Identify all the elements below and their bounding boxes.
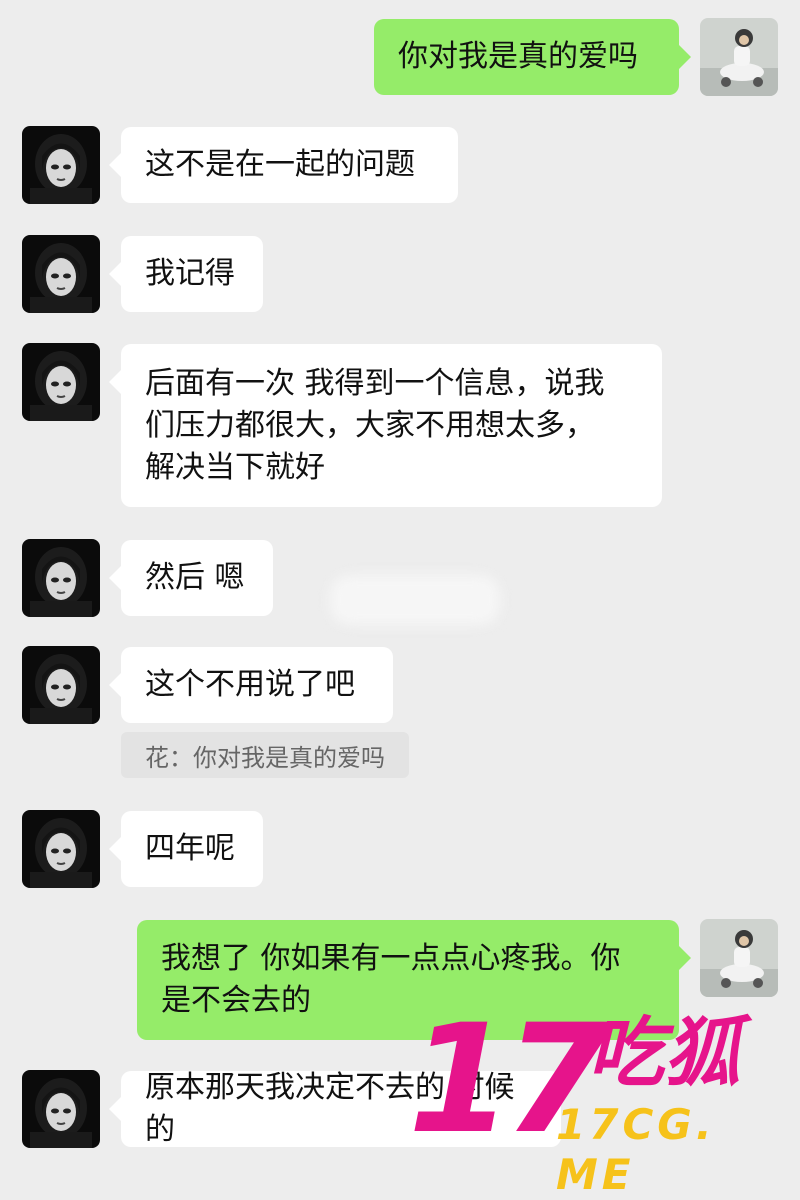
avatar[interactable] [22,810,100,888]
message-row: 后面有一次 我得到一个信息，说我 们压力都很大，大家不用想太多， 解决当下就好 [0,343,800,507]
message-text: 这个不用说了吧 [145,667,355,702]
quoted-reply-text: 花：你对我是真的爱吗 [145,743,385,772]
message-bubble[interactable]: 我记得 [109,236,263,312]
avatar[interactable] [22,539,100,617]
quoted-reply[interactable]: 花：你对我是真的爱吗 [121,732,409,778]
message-text: 然后 嗯 [145,560,245,595]
message-row: 这不是在一起的问题 [0,126,800,204]
message-text: 四年呢 [145,831,235,866]
message-text: 这不是在一起的问题 [145,147,415,182]
avatar[interactable] [22,646,100,724]
avatar[interactable] [22,343,100,421]
message-text: 后面有一次 我得到一个信息，说我 们压力都很大，大家不用想太多， 解决当下就好 [145,365,605,485]
woman-avatar-icon [22,235,100,313]
message-text: 原本那天我决定不去的 时候的 [145,1070,515,1147]
message-text: 你对我是真的爱吗 [398,39,638,74]
woman-avatar-icon [22,343,100,421]
message-bubble[interactable]: 四年呢 [109,811,263,887]
woman-avatar-icon [22,810,100,888]
message-row: 我想了 你如果有一点点心疼我。你 是不会去的 [0,919,800,1041]
message-row: 原本那天我决定不去的 时候的 [0,1070,800,1148]
woman-avatar-icon [22,126,100,204]
message-row: 我记得 [0,235,800,313]
message-bubble[interactable]: 然后 嗯 [109,540,273,616]
kid-scooter-avatar-icon [700,18,778,96]
message-text: 我想了 你如果有一点点心疼我。你 是不会去的 [161,941,621,1018]
message-bubble[interactable]: 你对我是真的爱吗 [374,19,691,95]
redaction-blur [330,575,500,625]
woman-avatar-icon [22,1070,100,1148]
message-text: 我记得 [145,256,235,291]
message-bubble[interactable]: 我想了 你如果有一点点心疼我。你 是不会去的 [137,920,691,1040]
woman-avatar-icon [22,539,100,617]
message-row: 你对我是真的爱吗 [0,18,800,96]
message-row: 这个不用说了吧 [0,646,800,724]
kid-scooter-avatar-icon [700,919,778,997]
message-bubble[interactable]: 后面有一次 我得到一个信息，说我 们压力都很大，大家不用想太多， 解决当下就好 [109,344,662,507]
avatar[interactable] [22,126,100,204]
message-bubble[interactable]: 原本那天我决定不去的 时候的 [109,1070,561,1147]
message-bubble[interactable]: 这不是在一起的问题 [109,127,458,203]
avatar[interactable] [700,18,778,96]
avatar[interactable] [22,1070,100,1148]
avatar[interactable] [700,919,778,997]
woman-avatar-icon [22,646,100,724]
message-row: 四年呢 [0,810,800,888]
avatar[interactable] [22,235,100,313]
message-bubble[interactable]: 这个不用说了吧 [109,647,393,723]
